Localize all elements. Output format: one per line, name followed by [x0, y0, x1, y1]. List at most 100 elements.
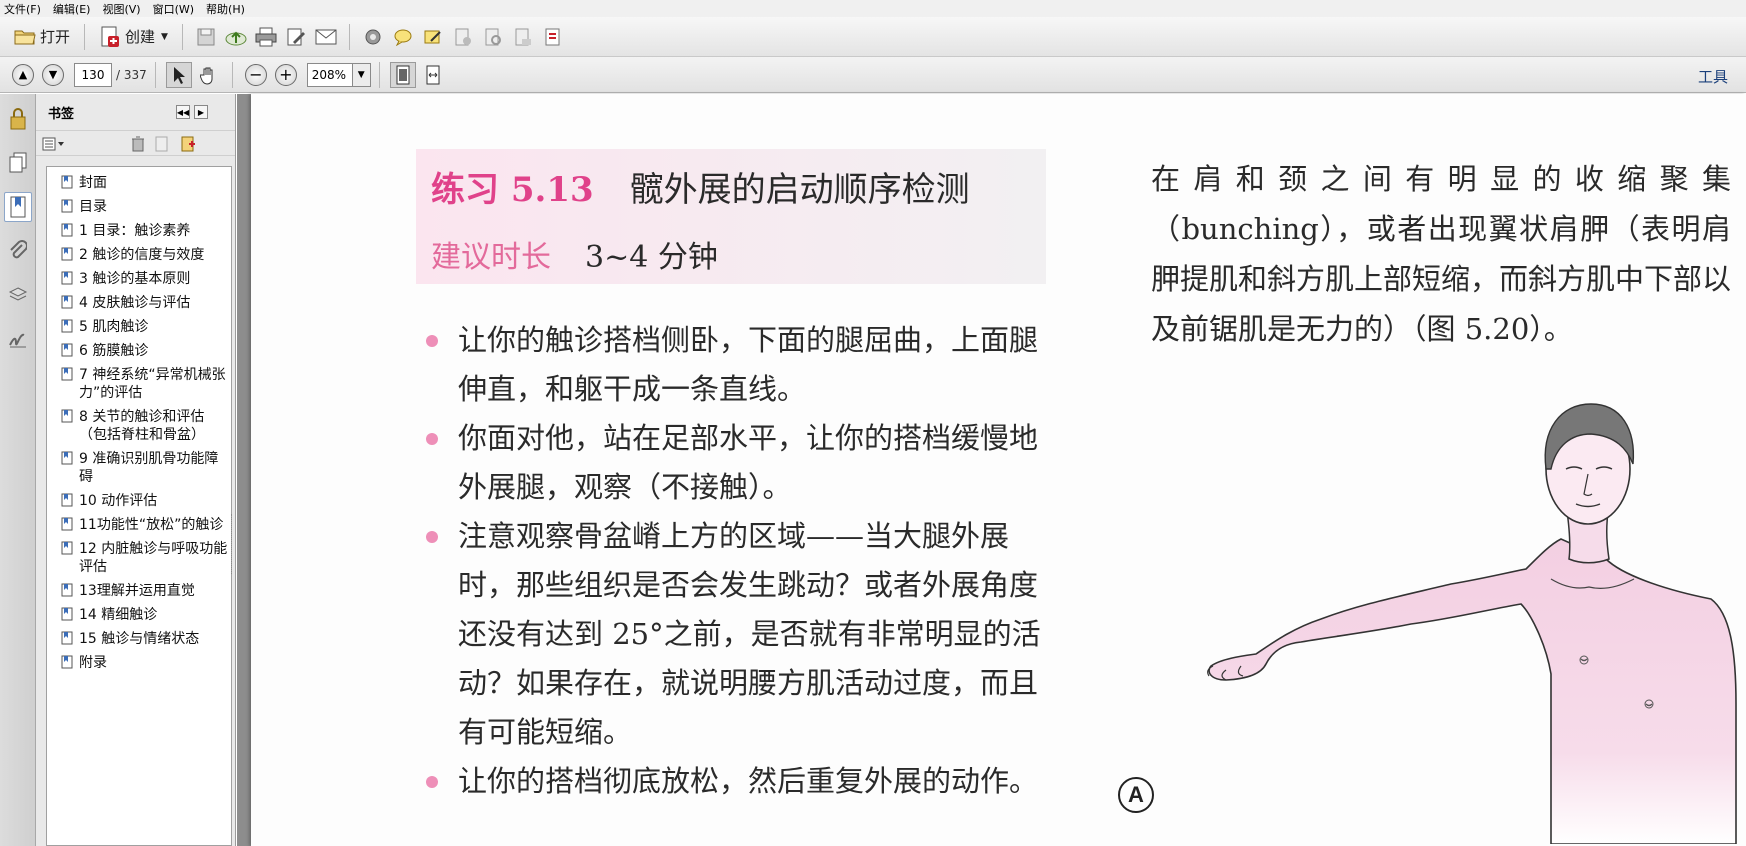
comment-icon[interactable]	[390, 24, 416, 50]
bookmark-item[interactable]: 2 触诊的信度与效度	[47, 243, 231, 267]
bookmark-icon	[61, 541, 73, 555]
save-icon[interactable]	[193, 24, 219, 50]
create-button[interactable]: 创建 ▼	[93, 23, 174, 51]
bookmark-item[interactable]: 附录	[47, 651, 231, 675]
expand-bookmark-icon[interactable]	[180, 136, 196, 152]
print-icon[interactable]	[253, 24, 279, 50]
bookmarks-icon[interactable]	[4, 192, 32, 222]
lock-icon[interactable]	[4, 104, 32, 134]
panel-resize-handle[interactable]	[231, 514, 235, 574]
fit-width-icon[interactable]	[420, 62, 446, 88]
folder-icon	[14, 26, 36, 48]
right-column-text: 在肩和颈之间有明显的收缩聚集（bunching），或者出现翼状肩胛（表明肩胛提肌…	[1151, 162, 1732, 346]
edit-document-icon[interactable]	[283, 24, 309, 50]
exercise-steps: 让你的触诊搭档侧卧，下面的腿屈曲，上面腿伸直，和躯干成一条直线。 你面对他，站在…	[416, 316, 1061, 806]
panel-menu-icon[interactable]: ▶	[194, 105, 208, 119]
delete-bookmark-icon[interactable]	[130, 136, 146, 152]
bookmark-item[interactable]: 8 关节的触诊和评估（包括脊柱和骨盆）	[47, 405, 231, 447]
bookmark-item[interactable]: 15 触诊与情绪状态	[47, 627, 231, 651]
bullet-dot-icon	[426, 531, 438, 543]
select-cursor-icon[interactable]	[165, 61, 192, 88]
menu-bar: 文件(F) 编辑(E) 视图(V) 窗口(W) 帮助(H)	[0, 0, 1746, 17]
step-item: 你面对他，站在足部水平，让你的搭档缓慢地外展腿，观察（不接触）。	[416, 414, 1061, 512]
bookmark-item[interactable]: 3 触诊的基本原则	[47, 267, 231, 291]
step-text: 你面对他，站在足部水平，让你的搭档缓慢地外展腿，观察（不接触）。	[458, 421, 1039, 504]
menu-file[interactable]: 文件(F)	[4, 1, 41, 17]
bookmark-icon	[61, 517, 73, 531]
fit-page-icon[interactable]	[389, 61, 416, 88]
bookmark-icon	[61, 199, 73, 213]
pages-icon[interactable]	[4, 148, 32, 178]
toolbar-divider	[84, 23, 86, 50]
navigation-toolbar: ▲ ▼ 130 / 337 − + 208% ▼ 工具	[0, 57, 1746, 93]
menu-view[interactable]: 视图(V)	[102, 1, 140, 17]
bookmark-icon	[61, 409, 73, 423]
menu-window[interactable]: 窗口(W)	[153, 1, 194, 17]
layers-icon[interactable]	[4, 280, 32, 310]
previous-page-button[interactable]: ▲	[12, 63, 34, 86]
bookmark-item[interactable]: 5 肌肉触诊	[47, 315, 231, 339]
step-text: 让你的搭档彻底放松，然后重复外展的动作。	[458, 764, 1039, 798]
toolbar-divider	[181, 23, 183, 50]
highlight-icon[interactable]	[420, 24, 446, 50]
collapse-panel-icon[interactable]: ◀◀	[176, 105, 190, 119]
bookmark-label: 目录	[79, 199, 107, 215]
bookmark-icon	[61, 223, 73, 237]
bookmark-icon	[61, 583, 73, 597]
page-number-input[interactable]: 130	[74, 62, 112, 87]
bookmark-label: 3 触诊的基本原则	[79, 271, 191, 287]
options-menu-icon[interactable]	[42, 136, 66, 152]
zoom-out-button[interactable]: −	[244, 63, 267, 86]
bookmark-item[interactable]: 1 目录：触诊素养	[47, 219, 231, 243]
open-button[interactable]: 打开	[8, 23, 76, 51]
zoom-in-button[interactable]: +	[274, 63, 297, 86]
bookmark-label: 7 神经系统“异常机械张力”的评估	[79, 367, 226, 401]
forms-icon[interactable]	[540, 24, 566, 50]
bookmark-item[interactable]: 10 动作评估	[47, 489, 231, 513]
bookmark-item[interactable]: 7 神经系统“异常机械张力”的评估	[47, 363, 231, 405]
bookmark-icon	[61, 607, 73, 621]
bookmark-item[interactable]: 13理解并运用直觉	[47, 579, 231, 603]
bookmark-item[interactable]: 12 内脏触诊与呼吸功能评估	[47, 537, 231, 579]
bookmark-label: 2 触诊的信度与效度	[79, 247, 205, 263]
bookmark-item[interactable]: 封面	[47, 171, 231, 195]
bookmark-label: 14 精细触诊	[79, 607, 158, 623]
toolbar-divider	[154, 61, 156, 88]
gear-icon[interactable]	[360, 24, 386, 50]
bookmark-item[interactable]: 目录	[47, 195, 231, 219]
zoom-dropdown-button[interactable]: ▼	[352, 62, 371, 87]
sign-icon[interactable]	[480, 24, 506, 50]
bookmark-item[interactable]: 11功能性“放松”的触诊	[47, 513, 231, 537]
exercise-number: 练习 5.13	[431, 170, 594, 210]
bookmark-item[interactable]: 9 准确识别肌骨功能障碍	[47, 447, 231, 489]
bookmark-icon	[61, 295, 73, 309]
step-item: 注意观察骨盆嵴上方的区域——当大腿外展时，那些组织是否会发生跳动？或者外展角度还…	[416, 512, 1061, 757]
figure-label: A	[1118, 777, 1154, 813]
signatures-icon[interactable]	[4, 324, 32, 354]
bookmark-label: 9 准确识别肌骨功能障碍	[79, 451, 219, 485]
next-page-button[interactable]: ▼	[42, 63, 64, 86]
bookmark-item[interactable]: 14 精细触诊	[47, 603, 231, 627]
open-label: 打开	[40, 28, 71, 46]
new-bookmark-icon[interactable]	[154, 136, 170, 152]
menu-help[interactable]: 帮助(H)	[206, 1, 245, 17]
bookmark-label: 1 目录：触诊素养	[79, 223, 191, 239]
menu-edit[interactable]: 编辑(E)	[53, 1, 91, 17]
review-icon[interactable]	[510, 24, 536, 50]
bullet-dot-icon	[426, 335, 438, 347]
bookmark-item[interactable]: 4 皮肤触诊与评估	[47, 291, 231, 315]
upload-cloud-icon[interactable]	[223, 24, 249, 50]
attachments-icon[interactable]	[4, 236, 32, 266]
bookmark-label: 13理解并运用直觉	[79, 583, 195, 599]
document-viewport[interactable]: 练习 5.13 髋外展的启动顺序检测 建议时长 3~4 分钟 让你的触诊搭档侧卧，下…	[237, 94, 1746, 846]
create-label: 创建	[125, 28, 156, 46]
create-pdf-icon	[99, 26, 121, 48]
hand-tool-icon[interactable]	[196, 62, 222, 88]
bookmark-item[interactable]: 6 筋膜触诊	[47, 339, 231, 363]
security-icon[interactable]	[450, 24, 476, 50]
step-text: 注意观察骨盆嵴上方的区域——当大腿外展时，那些组织是否会发生跳动？或者外展角度还…	[458, 519, 1041, 749]
tools-link[interactable]: 工具	[1698, 66, 1728, 87]
zoom-level-input[interactable]: 208%	[306, 62, 353, 87]
navigation-pane-strip	[0, 94, 36, 846]
email-icon[interactable]	[313, 24, 339, 50]
